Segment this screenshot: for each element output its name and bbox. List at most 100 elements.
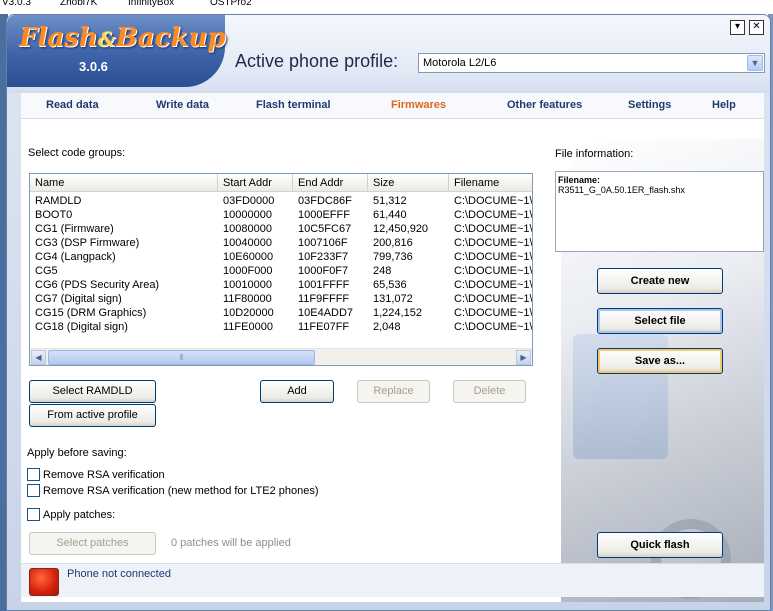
from-active-profile-button[interactable]: From active profile — [29, 404, 156, 427]
cell-end-addr: 03FDC86F — [298, 195, 352, 207]
desktop-text: Zhobl7K — [60, 0, 98, 8]
table-row[interactable]: CG15 (DRM Graphics) 10D20000 10E4ADD7 1,… — [30, 306, 532, 320]
table-row[interactable]: CG4 (Langpack) 10E60000 10F233F7 799,736… — [30, 250, 532, 264]
apply-patches-checkbox[interactable]: Apply patches: — [27, 508, 115, 521]
cell-start-addr: 10040000 — [223, 237, 272, 249]
close-icon[interactable]: ✕ — [749, 20, 764, 35]
app-window: Flash&Backup 3.0.6 Active phone profile:… — [6, 14, 771, 611]
cell-name: CG6 (PDS Security Area) — [35, 279, 160, 291]
table-body: RAMDLD 03FD0000 03FDC86F 51,312 C:\DOCUM… — [30, 194, 532, 334]
tab-read-data[interactable]: Read data — [46, 99, 99, 111]
select-ramdld-button[interactable]: Select RAMDLD — [29, 380, 156, 403]
cell-start-addr: 10080000 — [223, 223, 272, 235]
column-header-start-addr[interactable]: Start Addr — [218, 174, 293, 192]
cell-size: 2,048 — [373, 321, 401, 333]
cell-size: 1,224,152 — [373, 307, 422, 319]
cell-filename: C:\DOCUME~1\ — [454, 237, 533, 249]
tab-write-data[interactable]: Write data — [156, 99, 209, 111]
minimize-icon[interactable]: ▾ — [730, 20, 745, 35]
column-header-filename[interactable]: Filename — [449, 174, 532, 192]
tab-flash-terminal[interactable]: Flash terminal — [256, 99, 331, 111]
filename-value: R3511_G_0A.50.1ER_flash.shx — [558, 185, 685, 195]
table-row[interactable]: BOOT0 10000000 1000EFFF 61,440 C:\DOCUME… — [30, 208, 532, 222]
app-header: Flash&Backup 3.0.6 Active phone profile:… — [7, 15, 770, 93]
table-row[interactable]: CG5 1000F000 1000F0F7 248 C:\DOCUME~1\ — [30, 264, 532, 278]
table-row[interactable]: CG1 (Firmware) 10080000 10C5FC67 12,450,… — [30, 222, 532, 236]
tab-firmwares[interactable]: Firmwares — [391, 99, 446, 111]
delete-button[interactable]: Delete — [453, 380, 526, 403]
code-groups-title: Select code groups: — [28, 147, 126, 159]
cell-end-addr: 1007106F — [298, 237, 348, 249]
save-as-button[interactable]: Save as... — [597, 348, 723, 374]
cell-start-addr: 03FD0000 — [223, 195, 275, 207]
connection-status-icon — [29, 568, 59, 596]
cell-name: CG15 (DRM Graphics) — [35, 307, 147, 319]
cell-filename: C:\DOCUME~1\ — [454, 265, 533, 277]
cell-end-addr: 11FE07FF — [298, 321, 350, 333]
tab-help[interactable]: Help — [712, 99, 736, 111]
create-new-button[interactable]: Create new — [597, 268, 723, 294]
cell-end-addr: 10F233F7 — [298, 251, 349, 263]
cell-name: CG1 (Firmware) — [35, 223, 114, 235]
app-logo: Flash&Backup 3.0.6 — [7, 15, 226, 87]
cell-size: 51,312 — [373, 195, 407, 207]
code-groups-table[interactable]: Name Start Addr End Addr Size Filename R… — [29, 173, 533, 366]
table-row[interactable]: RAMDLD 03FD0000 03FDC86F 51,312 C:\DOCUM… — [30, 194, 532, 208]
table-row[interactable]: CG3 (DSP Firmware) 10040000 1007106F 200… — [30, 236, 532, 250]
cell-filename: C:\DOCUME~1\ — [454, 307, 533, 319]
profile-label: Active phone profile: — [235, 51, 399, 71]
scroll-left-icon[interactable]: ◀ — [31, 350, 46, 365]
horizontal-scrollbar[interactable]: ◀ ⦀ ▶ — [30, 348, 532, 365]
logo-ampersand: & — [97, 27, 116, 51]
checkbox-box[interactable] — [27, 508, 40, 521]
cell-start-addr: 10010000 — [223, 279, 272, 291]
checkbox-box[interactable] — [27, 468, 40, 481]
cell-filename: C:\DOCUME~1\ — [454, 251, 533, 263]
cell-end-addr: 1001FFFF — [298, 279, 350, 291]
column-header-end-addr[interactable]: End Addr — [293, 174, 368, 192]
cell-name: CG5 — [35, 265, 58, 277]
tab-settings[interactable]: Settings — [628, 99, 671, 111]
cell-start-addr: 10000000 — [223, 209, 272, 221]
add-button[interactable]: Add — [260, 380, 334, 403]
cell-start-addr: 10D20000 — [223, 307, 274, 319]
table-row[interactable]: CG18 (Digital sign) 11FE0000 11FE07FF 2,… — [30, 320, 532, 334]
scrollbar-thumb[interactable]: ⦀ — [48, 350, 315, 365]
status-bar: Phone not connected — [21, 563, 764, 597]
cell-filename: C:\DOCUME~1\ — [454, 209, 533, 221]
cell-size: 65,536 — [373, 279, 407, 291]
profile-dropdown[interactable]: Motorola L2/L6 ▼ — [418, 53, 765, 73]
cell-filename: C:\DOCUME~1\ — [454, 293, 533, 305]
scroll-right-icon[interactable]: ▶ — [516, 350, 531, 365]
cell-name: CG7 (Digital sign) — [35, 293, 122, 305]
connection-status-text: Phone not connected — [67, 568, 171, 580]
select-file-button[interactable]: Select file — [597, 308, 723, 334]
select-patches-button[interactable]: Select patches — [29, 532, 156, 555]
remove-rsa-lte2-checkbox[interactable]: Remove RSA verification (new method for … — [27, 484, 319, 497]
replace-button[interactable]: Replace — [357, 380, 430, 403]
table-row[interactable]: CG6 (PDS Security Area) 10010000 1001FFF… — [30, 278, 532, 292]
cell-name: CG3 (DSP Firmware) — [35, 237, 140, 249]
cell-end-addr: 11F9FFFF — [298, 293, 350, 305]
cell-size: 248 — [373, 265, 392, 277]
column-header-size[interactable]: Size — [368, 174, 449, 192]
chevron-down-icon[interactable]: ▼ — [747, 55, 763, 71]
cell-name: CG18 (Digital sign) — [35, 321, 128, 333]
checkbox-box[interactable] — [27, 484, 40, 497]
cell-size: 200,816 — [373, 237, 413, 249]
cell-size: 131,072 — [373, 293, 413, 305]
firmwares-panel: Select code groups: Name Start Addr End … — [21, 119, 764, 602]
remove-rsa-checkbox[interactable]: Remove RSA verification — [27, 468, 165, 481]
file-info-box: Filename: R3511_G_0A.50.1ER_flash.shx — [555, 171, 764, 252]
tab-other-features[interactable]: Other features — [507, 99, 582, 111]
column-header-name[interactable]: Name — [30, 174, 218, 192]
cell-filename: C:\DOCUME~1\ — [454, 321, 533, 333]
quick-flash-button[interactable]: Quick flash — [597, 532, 723, 558]
checkbox-label: Apply patches: — [43, 508, 116, 521]
cell-end-addr: 10C5FC67 — [298, 223, 352, 235]
table-row[interactable]: CG7 (Digital sign) 11F80000 11F9FFFF 131… — [30, 292, 532, 306]
cell-start-addr: 11F80000 — [223, 293, 272, 305]
checkbox-label: Remove RSA verification — [43, 468, 165, 481]
logo-word-flash: Flash — [19, 23, 98, 53]
cell-start-addr: 1000F000 — [223, 265, 273, 277]
